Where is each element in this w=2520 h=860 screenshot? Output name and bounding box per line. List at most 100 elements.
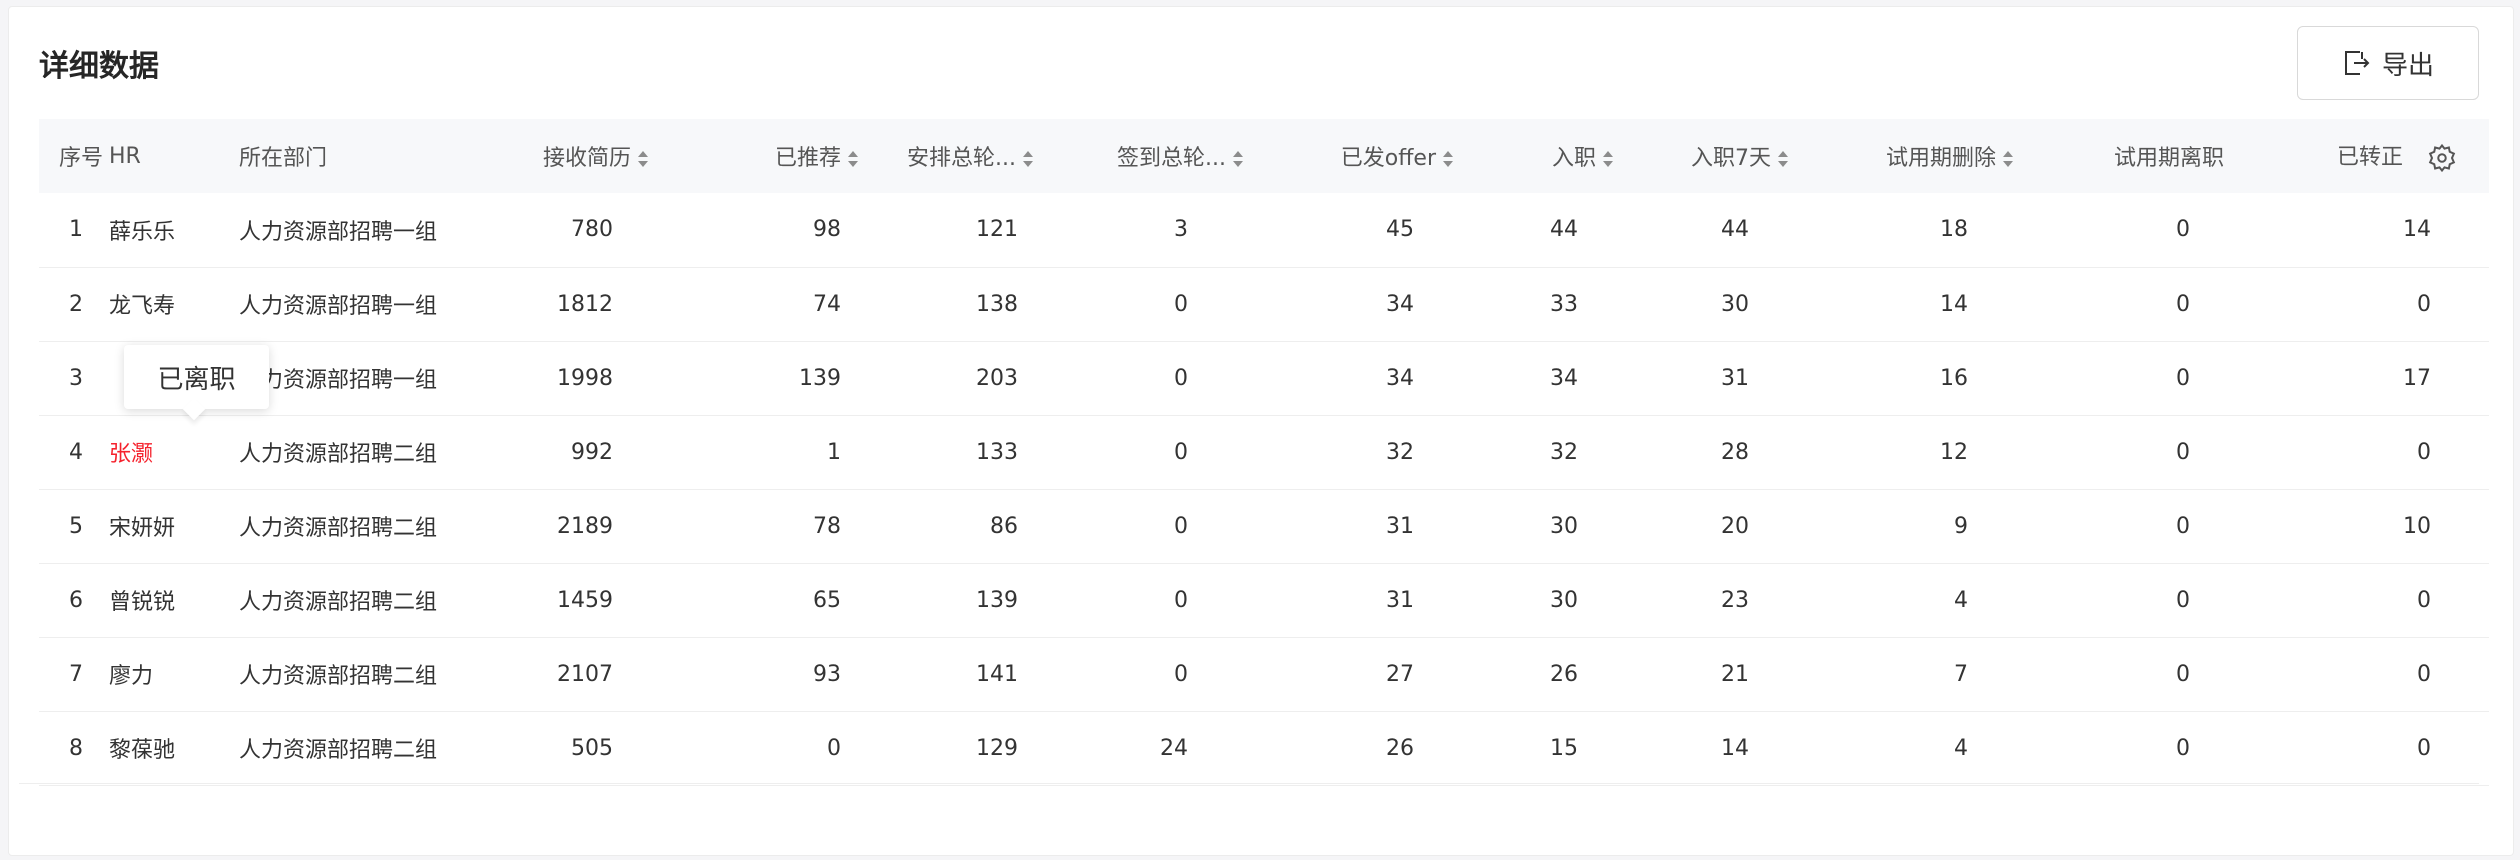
table-cell: 0	[2176, 661, 2190, 687]
column-header[interactable]: 试用期删除	[1789, 119, 2014, 193]
table-row: 6 曾锐锐 人力资源部招聘二组 1459 65 139 0 31 30 23 4 0 0	[39, 563, 2489, 637]
table-cell: 138	[976, 291, 1018, 317]
detail-data-card: 详细数据 导出 序号 HR 所在部门 接收简历 已推荐 安排总轮... 签到总轮…	[8, 6, 2514, 856]
table-header-row: 序号 HR 所在部门 接收简历 已推荐 安排总轮... 签到总轮... 已发offer 入职 入职…	[39, 119, 2489, 193]
column-header[interactable]: 入职7天	[1614, 119, 1789, 193]
column-header-label: 入职7天	[1691, 146, 1771, 171]
column-header[interactable]: 入职	[1454, 119, 1614, 193]
table-cell: 34	[1550, 365, 1578, 391]
table-cell: 23	[1721, 587, 1749, 613]
table-cell: 780	[571, 217, 613, 243]
table-cell: 33	[1550, 291, 1578, 317]
table-cell: 0	[2176, 587, 2190, 613]
table-cell: 6	[69, 587, 83, 613]
hr-name-cell: 龙飞寿	[109, 294, 176, 319]
table-cell: 27	[1386, 661, 1414, 687]
table-cell: 65	[813, 587, 841, 613]
table-cell: 30	[1550, 513, 1578, 539]
table-cell: 86	[990, 513, 1018, 539]
table-cell: 1812	[557, 291, 613, 317]
sort-icon[interactable]	[1232, 150, 1244, 168]
sort-icon[interactable]	[1777, 150, 1789, 168]
table-cell: 21	[1721, 661, 1749, 687]
export-button[interactable]: 导出	[2297, 26, 2479, 100]
column-header[interactable]: 安排总轮...	[859, 119, 1034, 193]
sort-icon[interactable]	[2002, 150, 2014, 168]
sort-icon[interactable]	[847, 150, 859, 168]
hr-name-cell: 宋妍妍	[109, 516, 176, 541]
table-cell: 0	[2176, 513, 2190, 539]
detail-table: 序号 HR 所在部门 接收简历 已推荐 安排总轮... 签到总轮... 已发offer 入职 入职…	[39, 119, 2489, 786]
sort-icon[interactable]	[1442, 150, 1454, 168]
column-header-label: 试用期离职	[2113, 146, 2224, 171]
column-header: 试用期离职	[2014, 119, 2224, 193]
table-cell: 16	[1940, 365, 1968, 391]
table-cell: 0	[1174, 439, 1188, 465]
table-cell: 0	[1174, 513, 1188, 539]
table-cell: 203	[976, 365, 1018, 391]
table-cell: 20	[1721, 513, 1749, 539]
table-cell: 7	[1954, 661, 1968, 687]
table-cell: 139	[976, 587, 1018, 613]
hr-name-cell: 薛乐乐	[109, 219, 176, 245]
column-header[interactable]: 接收简历	[439, 119, 649, 193]
table-cell: 121	[976, 217, 1018, 243]
table-cell: 32	[1386, 439, 1414, 465]
export-label: 导出	[2381, 50, 2434, 81]
column-header[interactable]: 签到总轮...	[1034, 119, 1244, 193]
gear-icon[interactable]	[2427, 143, 2457, 173]
table-row: 4 张灏 人力资源部招聘二组 992 1 133 0 32 32 28 12 0 0	[39, 415, 2489, 489]
table-cell: 31	[1386, 587, 1414, 613]
column-header-label: 已发offer	[1340, 146, 1436, 171]
table-cell: 0	[827, 735, 841, 761]
table-cell: 505	[571, 735, 613, 761]
table-cell: 45	[1386, 217, 1414, 243]
sort-icon[interactable]	[1602, 150, 1614, 168]
divider	[19, 783, 2479, 784]
table-cell: 1	[69, 217, 83, 243]
table-cell: 0	[2417, 735, 2431, 761]
table-cell: 1998	[557, 365, 613, 391]
table-cell: 1459	[557, 587, 613, 613]
sort-icon[interactable]	[1022, 150, 1034, 168]
table-cell: 31	[1721, 365, 1749, 391]
table-cell: 0	[2176, 291, 2190, 317]
table-cell: 4	[1954, 735, 1968, 761]
table-cell: 26	[1386, 735, 1414, 761]
column-header-label: 签到总轮...	[1117, 146, 1226, 171]
table-cell: 30	[1721, 291, 1749, 317]
table-cell: 4	[1954, 587, 1968, 613]
table-cell: 0	[2176, 365, 2190, 391]
table-row: 1 薛乐乐 人力资源部招聘一组 780 98 121 3 45 44 44 18 0 14	[39, 193, 2489, 267]
column-header: 所在部门	[239, 119, 439, 193]
table-cell: 10	[2403, 513, 2431, 539]
table-cell: 31	[1386, 513, 1414, 539]
column-header: 序号	[39, 119, 109, 193]
table-cell: 133	[976, 439, 1018, 465]
table-cell: 0	[2417, 291, 2431, 317]
column-header-label: 安排总轮...	[907, 146, 1016, 171]
hr-name-cell: 曾锐锐	[109, 590, 176, 615]
table-cell: 7	[69, 661, 83, 687]
column-header[interactable]: 已推荐	[649, 119, 859, 193]
table-cell: 44	[1550, 217, 1578, 243]
table-cell: 0	[1174, 587, 1188, 613]
table-row: 7 廖力 人力资源部招聘二组 2107 93 141 0 27 26 21 7 0 0	[39, 637, 2489, 711]
table-cell: 93	[813, 661, 841, 687]
table-cell: 3	[1174, 217, 1188, 243]
table-cell: 139	[799, 365, 841, 391]
table-row: 3 人力资源部招聘一组 1998 139 203 0 34 34 31 16 0 17	[39, 341, 2489, 415]
table-cell: 0	[1174, 661, 1188, 687]
card-title: 详细数据	[39, 49, 159, 84]
table-cell: 0	[2417, 439, 2431, 465]
table-cell: 141	[976, 661, 1018, 687]
column-header[interactable]: 已发offer	[1244, 119, 1454, 193]
table-cell: 992	[571, 439, 613, 465]
table-cell: 0	[1174, 291, 1188, 317]
sort-icon[interactable]	[637, 150, 649, 168]
table-cell: 18	[1940, 217, 1968, 243]
table-cell: 8	[69, 735, 83, 761]
table-cell: 129	[976, 735, 1018, 761]
column-header-label: 已转正	[2336, 145, 2403, 170]
table-cell: 2107	[557, 661, 613, 687]
